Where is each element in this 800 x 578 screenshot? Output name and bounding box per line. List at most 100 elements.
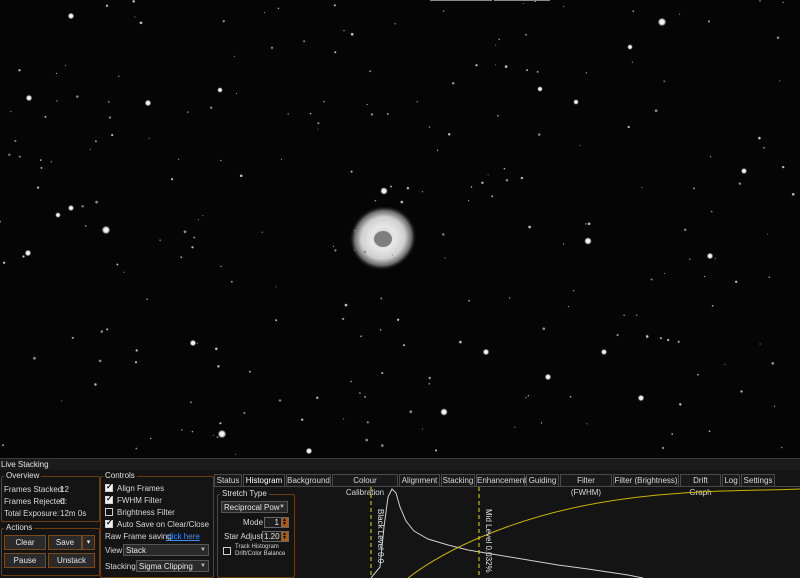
stacking-select[interactable]: Sigma Clipping ▼ xyxy=(136,560,209,572)
star xyxy=(409,410,413,414)
clear-button[interactable]: Clear xyxy=(4,535,46,550)
image-scrollbar[interactable] xyxy=(430,0,492,1)
star xyxy=(724,363,726,365)
auto-save-checkbox[interactable] xyxy=(105,518,113,528)
pause-button[interactable]: Pause xyxy=(4,553,46,568)
star xyxy=(350,170,353,173)
star xyxy=(654,109,658,113)
raw-frame-link[interactable]: click here xyxy=(166,532,200,541)
star xyxy=(61,400,63,402)
star xyxy=(193,236,196,239)
star xyxy=(220,159,222,162)
star xyxy=(475,64,478,67)
star xyxy=(508,297,511,299)
star xyxy=(64,64,67,67)
star xyxy=(216,436,219,438)
star xyxy=(659,337,662,340)
star xyxy=(333,4,336,7)
star xyxy=(468,200,470,202)
mode-spinner-value: 1 xyxy=(274,518,279,527)
star-adjust-spinner[interactable]: 1.20 ▲ ▼ xyxy=(262,531,289,542)
star xyxy=(396,318,400,322)
star xyxy=(181,429,183,431)
stacking-select-value: Sigma Clipping xyxy=(139,562,193,571)
star xyxy=(661,446,665,450)
star xyxy=(758,136,761,140)
star xyxy=(428,376,431,380)
star xyxy=(536,70,539,73)
star xyxy=(390,185,392,188)
star xyxy=(132,0,135,3)
star xyxy=(623,314,625,316)
ring-nebula xyxy=(349,205,417,271)
star xyxy=(363,250,367,254)
black-level-label: Black Level 0.0 xyxy=(376,509,385,564)
stretch-type-select[interactable]: Reciprocal Pow ▼ xyxy=(221,501,288,513)
brightness-filter-checkbox[interactable] xyxy=(105,508,113,516)
star xyxy=(527,394,530,397)
star xyxy=(197,219,199,221)
star xyxy=(791,192,795,196)
star xyxy=(220,265,222,268)
star xyxy=(714,258,716,260)
star xyxy=(56,100,58,102)
star xyxy=(631,61,634,63)
star xyxy=(222,20,225,23)
star xyxy=(94,383,97,386)
star xyxy=(779,80,781,82)
star xyxy=(525,33,527,36)
star xyxy=(303,40,306,43)
bright-star xyxy=(544,373,552,381)
star xyxy=(135,349,138,352)
star xyxy=(89,148,91,150)
view-select[interactable]: Stack ▼ xyxy=(123,544,209,556)
star xyxy=(350,32,354,36)
stacked-image-view[interactable] xyxy=(0,0,800,458)
spinner-arrows-icon[interactable]: ▲ ▼ xyxy=(281,532,288,541)
star xyxy=(740,390,743,393)
track-histogram-checkbox[interactable] xyxy=(223,547,231,555)
star xyxy=(277,7,280,10)
stretch-type-legend: Stretch Type xyxy=(222,489,267,498)
save-dropdown-button[interactable]: ▾ xyxy=(82,535,95,550)
star xyxy=(39,159,42,161)
star xyxy=(139,21,143,25)
star xyxy=(123,271,125,273)
image-scrollbar-segment[interactable] xyxy=(494,0,550,1)
live-stacking-title-bar: Live Stacking xyxy=(0,458,800,470)
star xyxy=(111,134,114,137)
star xyxy=(1,444,5,447)
star xyxy=(106,328,109,331)
save-button[interactable]: Save xyxy=(48,535,82,550)
bright-star xyxy=(55,212,61,218)
star xyxy=(542,327,546,331)
fwhm-filter-checkbox[interactable] xyxy=(105,494,113,504)
total-exposure-value: 12m 0s xyxy=(60,509,87,518)
star xyxy=(363,395,367,398)
star xyxy=(50,161,53,163)
star xyxy=(354,229,356,231)
unstack-button[interactable]: Unstack xyxy=(48,553,95,568)
star xyxy=(689,258,691,260)
star xyxy=(81,205,84,208)
star xyxy=(366,103,368,106)
star xyxy=(707,20,711,23)
star xyxy=(235,453,237,455)
star xyxy=(563,243,565,245)
mode-spinner[interactable]: 1 ▲ ▼ xyxy=(264,517,289,528)
histogram-plot[interactable]: Black Level 0.0 Mid Level 0.032% xyxy=(368,487,800,578)
star xyxy=(627,125,630,129)
star xyxy=(711,304,714,307)
spinner-arrows-icon[interactable]: ▲ ▼ xyxy=(281,518,288,527)
bright-star xyxy=(440,408,448,416)
align-frames-checkbox[interactable] xyxy=(105,482,113,492)
star xyxy=(343,30,345,32)
star xyxy=(394,22,396,25)
star xyxy=(278,399,282,402)
star xyxy=(470,186,473,188)
star xyxy=(495,64,497,66)
star xyxy=(202,215,204,217)
star xyxy=(233,55,236,57)
star xyxy=(186,111,189,113)
star xyxy=(263,11,266,14)
